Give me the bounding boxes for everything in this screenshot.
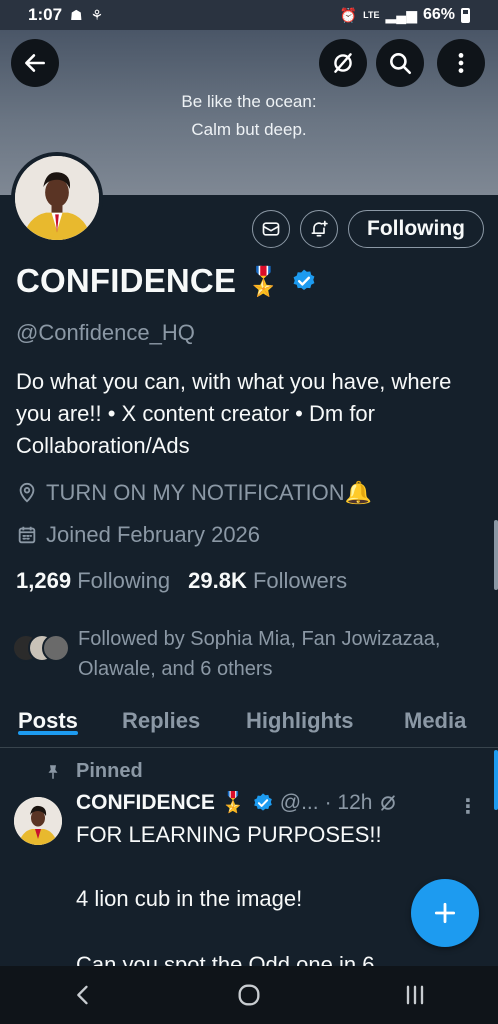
post-text-line-2: 4 lion cub in the image! [76,886,303,911]
followers-stat[interactable]: 29.8K Followers [188,568,347,594]
location-pin-icon [19,482,35,503]
post-more-button[interactable]: ⋮ [458,794,478,819]
avatar [42,634,70,662]
post-time: · 12h [324,790,373,814]
profile-name-row: CONFIDENCE 🎖️ [16,262,317,300]
joined-text: Joined February 2026 [46,522,261,547]
follower-avatars [12,634,70,664]
verified-badge-icon [253,792,272,811]
network-type: LTE [363,9,380,20]
tab-replies[interactable]: Replies [122,700,200,734]
status-bar: 1:07 ☗ ⚘ ⏰ LTE ▂▄▆ 66% [0,0,498,30]
profile-avatar[interactable] [11,152,103,244]
back-button[interactable] [11,39,59,87]
nav-home-icon[interactable] [235,981,263,1009]
post-author[interactable]: CONFIDENCE [76,791,215,815]
banner-text: Be like the ocean: Calm but deep. [0,88,498,144]
nav-back-icon[interactable] [69,981,97,1009]
alarm-icon: ⏰ [339,7,358,23]
following-label: Following [77,568,171,593]
followers-label: Followers [252,568,348,593]
nav-recents-icon[interactable] [401,981,429,1009]
post-header: CONFIDENCE 🎖️ @... · 12h [76,790,398,815]
profile-bio: Do what you can, with what you have, whe… [16,369,452,458]
plus-icon [434,902,456,924]
more-vertical-icon [458,53,464,73]
verified-badge-icon[interactable] [291,268,317,294]
post-handle: @... [279,790,319,814]
pinned-label: Pinned [44,760,143,783]
tab-highlights[interactable]: Highlights [246,700,354,734]
profile-joined: Joined February 2026 [16,522,260,548]
compose-button[interactable] [411,879,479,947]
grok-button[interactable] [319,39,367,87]
followed-by[interactable]: Followed by Sophia Mia, Fan Jowizazaa, O… [12,624,498,684]
notify-button[interactable] [300,210,339,248]
display-name: CONFIDENCE [16,262,237,299]
followed-by-text: Followed by Sophia Mia, Fan Jowizazaa, O… [78,628,441,680]
tab-media[interactable]: Media [404,700,466,734]
post-text-line-3: Can you spot the Odd one in 6 [76,952,375,966]
message-button[interactable] [252,210,291,248]
no-grok-icon[interactable] [378,793,398,813]
battery-icon [461,7,470,23]
profile-actions: Following [252,210,484,248]
medal-emoji: 🎖️ [246,265,282,297]
signal-icon: ▂▄▆ [385,7,417,23]
pin-icon [48,764,58,779]
post-avatar[interactable] [14,797,62,845]
following-button[interactable]: Following [348,210,484,248]
pinned-text: Pinned [76,760,143,782]
notification-icon-2: ⚘ [90,7,104,23]
profile-stats: 1,269 Following 29.8K Followers [16,568,347,594]
post-text-line-1: FOR LEARNING PURPOSES!! [76,822,382,847]
search-button[interactable] [376,39,424,87]
bell-plus-icon [311,220,328,237]
mail-icon [262,222,280,236]
banner-line-1: Be like the ocean: [181,92,317,111]
status-time: 1:07 [28,5,63,24]
calendar-icon [18,526,36,544]
profile-handle: @Confidence_HQ [16,320,195,345]
scrollbar[interactable] [494,520,498,590]
profile-tabs: Posts Replies Highlights Media [0,700,498,748]
more-button[interactable] [437,39,485,87]
battery-percent: 66% [422,6,455,23]
profile-location: TURN ON MY NOTIFICATION🔔 [16,480,372,506]
notification-icon: ☗ [70,7,83,23]
search-icon [390,53,412,75]
scrollbar-indicator [494,750,498,810]
followers-count: 29.8K [188,568,247,593]
following-count: 1,269 [16,568,72,593]
system-nav-bar [0,966,498,1024]
banner-line-2: Calm but deep. [191,120,307,139]
back-arrow-icon [25,54,45,72]
medal-emoji: 🎖️ [220,792,246,814]
avatar-illustration [15,156,99,240]
following-stat[interactable]: 1,269 Following [16,568,170,594]
post-avatar-illustration [14,797,62,845]
no-grok-icon [334,53,352,73]
tab-posts[interactable]: Posts [18,700,78,735]
location-text: TURN ON MY NOTIFICATION🔔 [46,480,373,505]
